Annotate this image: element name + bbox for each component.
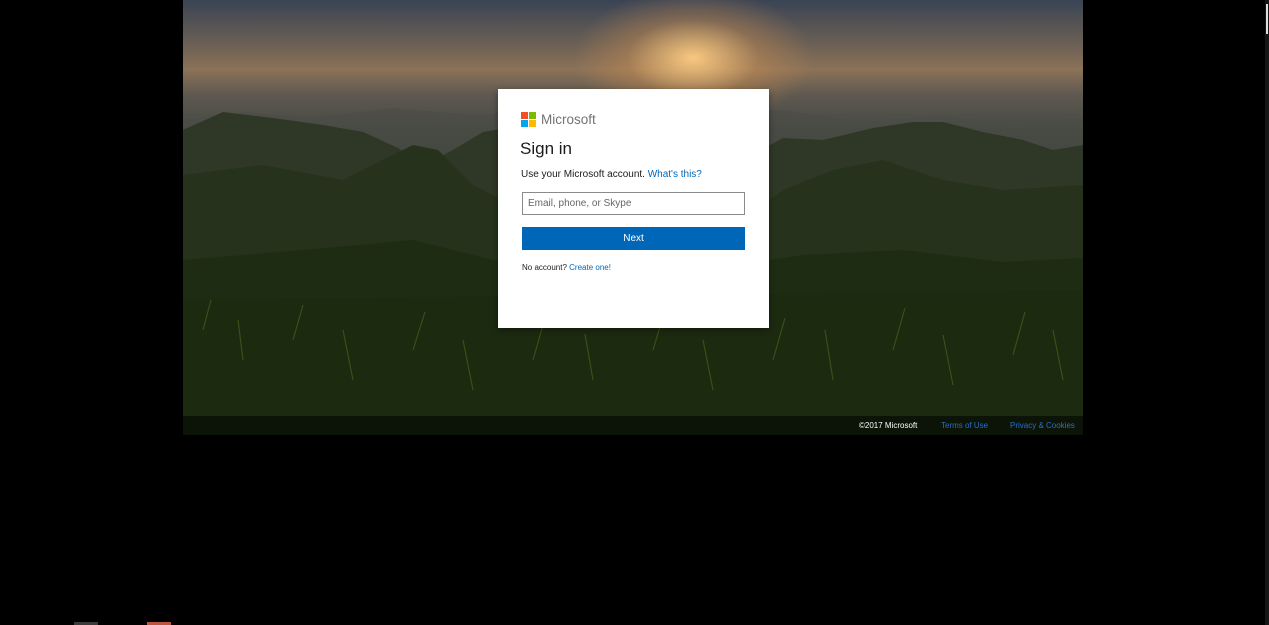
microsoft-logo-icon: [521, 112, 536, 127]
whats-this-link[interactable]: What's this?: [648, 169, 702, 180]
description-text: Use your Microsoft account.: [521, 169, 645, 180]
signin-card: Microsoft Sign in Use your Microsoft acc…: [498, 89, 769, 328]
signin-description: Use your Microsoft account. What's this?: [521, 169, 702, 180]
terms-of-use-link[interactable]: Terms of Use: [941, 421, 988, 430]
microsoft-logo: Microsoft: [521, 112, 596, 127]
scrollbar-thumb[interactable]: [1266, 4, 1268, 34]
logo-text: Microsoft: [541, 112, 596, 127]
email-field[interactable]: [522, 192, 745, 215]
no-account-row: No account? Create one!: [522, 263, 611, 272]
page-title: Sign in: [520, 139, 572, 158]
privacy-cookies-link[interactable]: Privacy & Cookies: [1010, 421, 1075, 430]
footer-copyright: ©2017 Microsoft: [859, 421, 918, 430]
next-button[interactable]: Next: [522, 227, 745, 250]
no-account-text: No account?: [522, 263, 567, 272]
create-account-link[interactable]: Create one!: [569, 263, 611, 272]
scrollbar[interactable]: [1265, 0, 1269, 625]
